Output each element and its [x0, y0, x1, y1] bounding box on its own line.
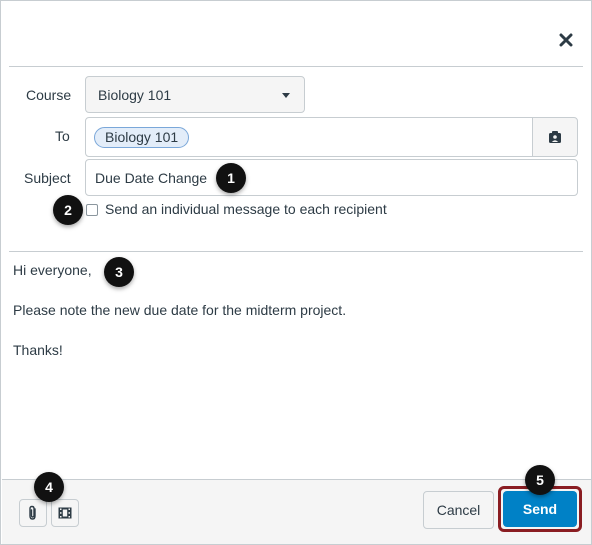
callout-badge: 1: [216, 163, 246, 193]
attach-file-button[interactable]: [19, 499, 47, 527]
course-select[interactable]: Biology 101: [85, 76, 305, 113]
course-label: Course: [26, 87, 72, 103]
subject-label: Subject: [24, 170, 71, 186]
cancel-button[interactable]: Cancel: [423, 491, 494, 529]
close-icon: [559, 33, 573, 47]
subject-input[interactable]: Due Date Change: [85, 159, 578, 196]
send-button[interactable]: Send: [503, 491, 577, 527]
callout-badge: 2: [53, 195, 83, 225]
callout-badge: 3: [104, 257, 134, 287]
message-line: Please note the new due date for the mid…: [13, 302, 347, 318]
form-divider: [9, 251, 583, 252]
close-button[interactable]: [553, 27, 579, 53]
individual-message-checkbox[interactable]: [86, 204, 98, 216]
to-label: To: [55, 128, 70, 144]
subject-value: Due Date Change: [95, 169, 208, 186]
message-line: Thanks!: [13, 342, 63, 358]
compose-message-dialog: Course Biology 101 To Biology 101 Subjec…: [0, 0, 592, 545]
record-media-button[interactable]: [51, 499, 79, 527]
course-select-value: Biology 101: [98, 86, 172, 103]
paperclip-icon: [29, 505, 36, 520]
message-line: Hi everyone,: [13, 262, 92, 278]
recipients-input[interactable]: Biology 101: [85, 117, 533, 157]
individual-message-label[interactable]: Send an individual message to each recip…: [105, 201, 387, 217]
address-book-icon: [549, 131, 561, 143]
media-icon: [58, 507, 72, 519]
callout-badge: 5: [525, 465, 555, 495]
recipient-token[interactable]: Biology 101: [94, 127, 190, 148]
callout-badge: 4: [34, 472, 64, 502]
header-divider: [9, 66, 583, 67]
address-book-button[interactable]: [532, 117, 578, 157]
chevron-down-icon: [282, 93, 290, 98]
